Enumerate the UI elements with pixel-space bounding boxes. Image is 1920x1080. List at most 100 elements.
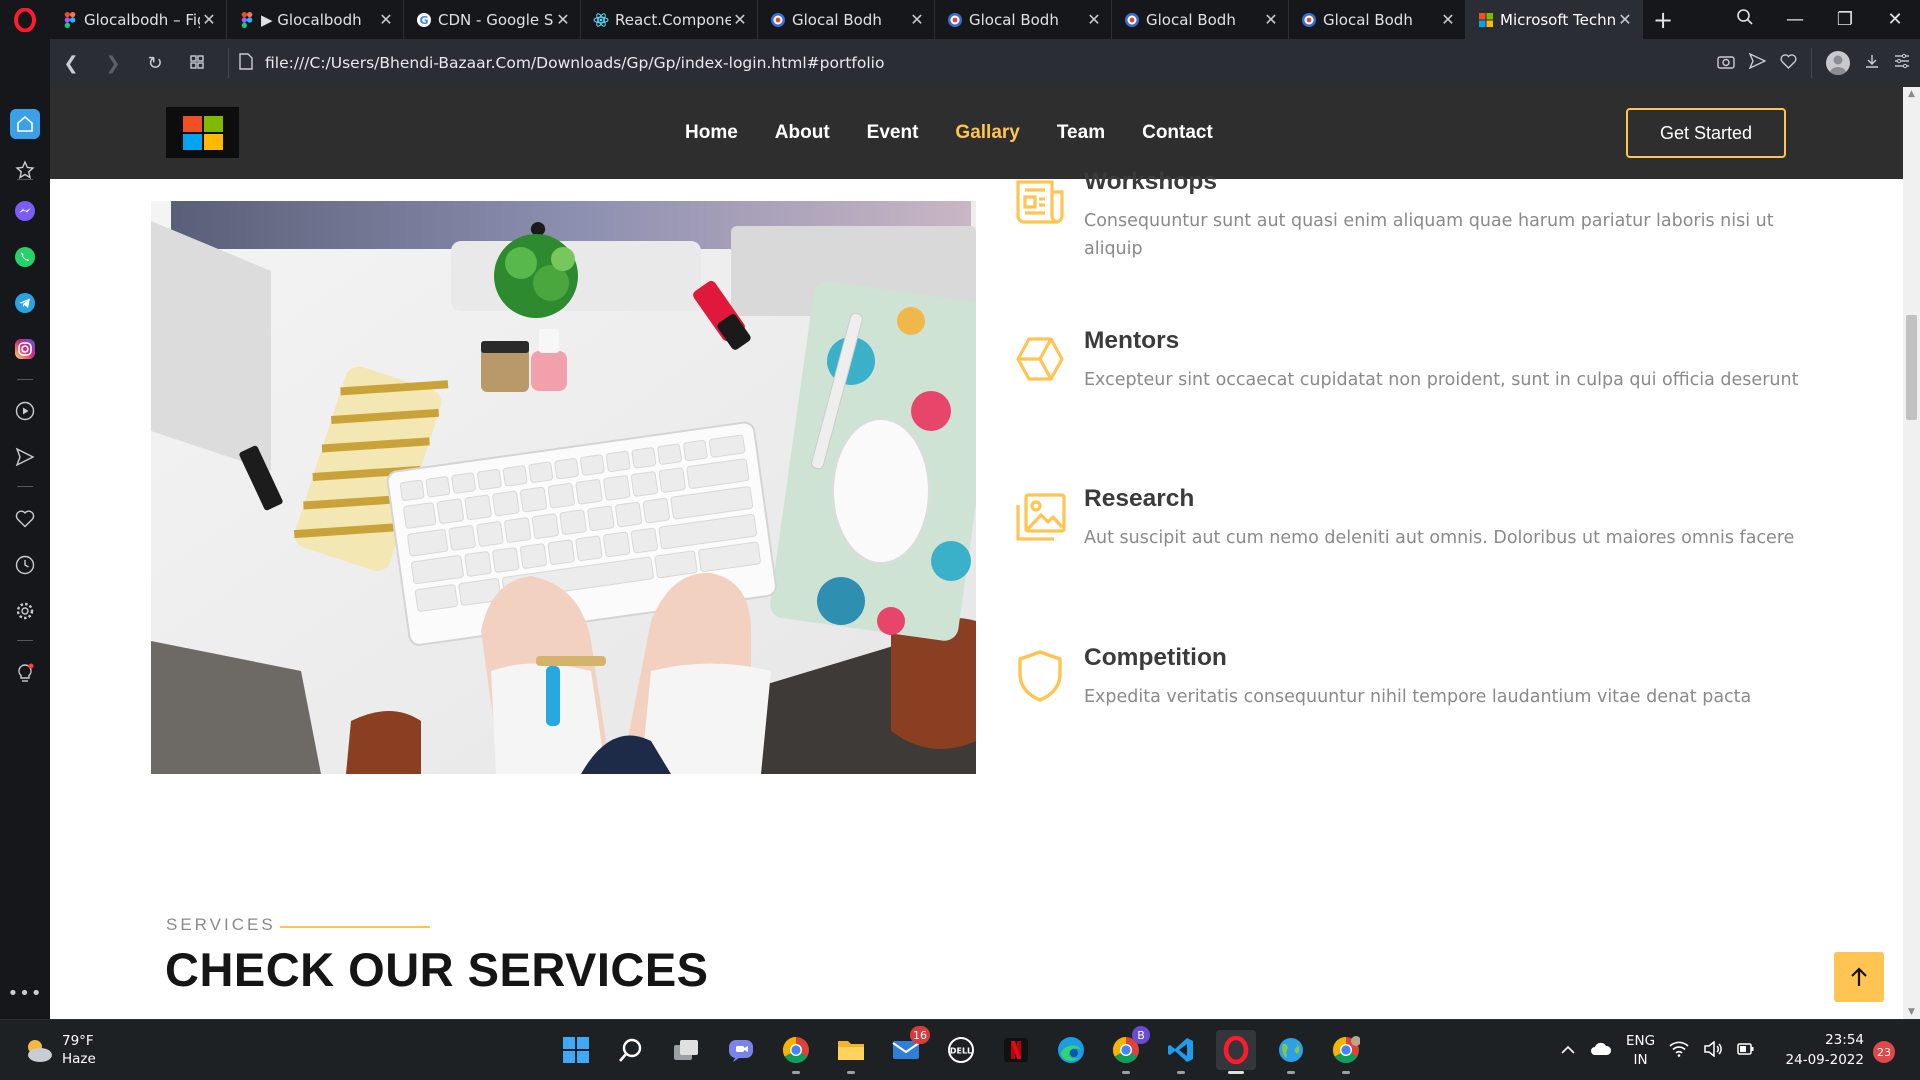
target-icon <box>1124 12 1140 28</box>
profile-avatar[interactable] <box>1826 51 1850 75</box>
close-tab-icon[interactable]: ✕ <box>1262 10 1280 29</box>
target-icon <box>947 12 963 28</box>
browser-tab[interactable]: Glocal Bodh ✕ <box>1112 0 1289 39</box>
opera-logo-icon[interactable] <box>0 0 50 39</box>
browser-tab[interactable]: Glocalbodh – Figma ✕ <box>50 0 227 39</box>
tab-strip: Glocalbodh – Figma ✕ ▶ Glocalbodh ✕ G CD… <box>50 0 1643 39</box>
chrome-secondary-button[interactable] <box>1326 1030 1366 1074</box>
tab-grid-icon[interactable] <box>176 53 218 74</box>
weather-widget[interactable]: 79°F Haze <box>22 1032 96 1068</box>
back-icon[interactable]: ❮ <box>50 53 92 74</box>
browser-tab[interactable]: Glocal Bodh ✕ <box>758 0 935 39</box>
taskbar-clock[interactable]: 23:54 24-09-2022 <box>1780 1030 1864 1070</box>
download-icon[interactable] <box>1864 53 1880 73</box>
settings-gear-icon[interactable] <box>10 596 40 626</box>
restore-button[interactable]: ❐ <box>1820 9 1870 30</box>
wifi-icon[interactable] <box>1669 1041 1689 1061</box>
forward-icon[interactable]: ❯ <box>92 53 134 74</box>
browser-tab[interactable]: React.Component ✕ <box>581 0 758 39</box>
nav-home[interactable]: Home <box>685 122 738 144</box>
teams-chat-button[interactable] <box>721 1030 761 1070</box>
browser-tab[interactable]: Glocal Bodh ✕ <box>1289 0 1466 39</box>
tab-search-icon[interactable] <box>1720 8 1770 31</box>
hexagon-icon <box>1012 331 1068 387</box>
chrome-profile-button[interactable]: B <box>1106 1026 1150 1074</box>
close-tab-icon[interactable]: ✕ <box>908 10 926 29</box>
browser-tab[interactable]: ▶ Glocalbodh ✕ <box>227 0 404 39</box>
sidebar-divider <box>17 179 33 180</box>
url-field[interactable]: file:///C:/Users/Bhendi-Bazaar.Com/Downl… <box>265 54 884 72</box>
history-icon[interactable] <box>10 550 40 580</box>
opera-sidebar: ••• <box>0 39 50 1019</box>
close-tab-icon[interactable]: ✕ <box>1439 10 1457 29</box>
site-nav: Home About Event Gallary Team Contact <box>685 87 1213 179</box>
bookmarks-heart-icon[interactable] <box>10 504 40 534</box>
mail-button[interactable]: 16 <box>886 1026 930 1070</box>
windows-icon <box>1478 12 1494 28</box>
taskbar-search-button[interactable] <box>611 1030 651 1070</box>
close-tab-icon[interactable]: ✕ <box>1085 10 1103 29</box>
chrome-taskbar-button[interactable] <box>776 1030 816 1074</box>
heart-icon[interactable] <box>1780 53 1797 73</box>
windows-logo-icon <box>182 115 223 150</box>
tab-title: Microsoft Technical <box>1500 10 1616 29</box>
volume-icon[interactable] <box>1703 1039 1723 1061</box>
notification-badge[interactable]: 23 <box>1873 1041 1895 1063</box>
close-tab-icon[interactable]: ✕ <box>377 10 395 29</box>
task-view-button[interactable] <box>666 1030 706 1070</box>
home-icon[interactable] <box>10 109 40 139</box>
instagram-icon[interactable] <box>10 334 40 364</box>
close-tab-icon[interactable]: ✕ <box>200 10 218 29</box>
page-scrollbar[interactable]: ▲ ▼ <box>1903 87 1920 1019</box>
nav-team[interactable]: Team <box>1057 122 1105 144</box>
shield-icon <box>1012 648 1068 704</box>
show-hidden-icons[interactable] <box>1560 1043 1576 1059</box>
scroll-down-arrow-icon[interactable]: ▼ <box>1903 1007 1920 1017</box>
section-title: CHECK OUR SERVICES <box>165 943 709 996</box>
onedrive-icon[interactable] <box>1590 1042 1612 1060</box>
nav-event[interactable]: Event <box>867 122 919 144</box>
site-header: Home About Event Gallary Team Contact Ge… <box>50 87 1903 179</box>
battery-icon[interactable] <box>1737 1041 1755 1061</box>
site-logo[interactable] <box>166 107 239 158</box>
browser-tab-bar: Glocalbodh – Figma ✕ ▶ Glocalbodh ✕ G CD… <box>0 0 1920 39</box>
close-window-button[interactable]: ✕ <box>1870 9 1920 30</box>
browser-tab[interactable]: Glocal Bodh ✕ <box>935 0 1112 39</box>
whatsapp-icon[interactable] <box>10 242 40 272</box>
messenger-icon[interactable] <box>10 196 40 226</box>
nav-contact[interactable]: Contact <box>1142 122 1213 144</box>
browser-tab[interactable]: G CDN - Google Search ✕ <box>404 0 581 39</box>
edge-button[interactable] <box>1051 1030 1091 1070</box>
opera-taskbar-button[interactable] <box>1216 1030 1256 1074</box>
minimize-button[interactable]: — <box>1770 9 1820 30</box>
close-tab-icon[interactable]: ✕ <box>554 10 572 29</box>
player-icon[interactable] <box>10 396 40 426</box>
start-button[interactable] <box>556 1030 596 1070</box>
snapshot-icon[interactable] <box>1717 54 1735 73</box>
scrollbar-thumb[interactable] <box>1906 315 1917 420</box>
lightbulb-icon[interactable] <box>10 659 40 689</box>
nav-gallary[interactable]: Gallary <box>955 122 1019 144</box>
file-explorer-button[interactable] <box>831 1030 871 1074</box>
close-tab-icon[interactable]: ✕ <box>731 10 749 29</box>
browser-tab-active[interactable]: Microsoft Technical ✕ <box>1466 0 1643 39</box>
telegram-icon[interactable] <box>10 288 40 318</box>
dell-app-button[interactable]: DELL <box>941 1030 981 1070</box>
reload-icon[interactable]: ↻ <box>134 53 176 74</box>
get-started-button[interactable]: Get Started <box>1626 108 1786 158</box>
new-tab-button[interactable]: + <box>1643 0 1683 39</box>
scroll-up-arrow-icon[interactable]: ▲ <box>1903 89 1920 99</box>
language-indicator[interactable]: ENG IN <box>1626 1032 1655 1070</box>
close-tab-icon[interactable]: ✕ <box>1616 10 1634 29</box>
netflix-button[interactable] <box>996 1030 1036 1070</box>
send-flow-icon[interactable] <box>10 442 40 472</box>
nav-about[interactable]: About <box>775 122 830 144</box>
star-icon[interactable] <box>10 155 40 185</box>
send-icon[interactable] <box>1748 52 1767 73</box>
more-icon[interactable]: ••• <box>8 978 42 1008</box>
netflix-icon <box>1004 1038 1028 1062</box>
easy-setup-icon[interactable] <box>1894 53 1910 73</box>
back-to-top-button[interactable] <box>1834 952 1884 1002</box>
maps-app-button[interactable] <box>1271 1030 1311 1074</box>
vscode-button[interactable] <box>1161 1030 1201 1074</box>
